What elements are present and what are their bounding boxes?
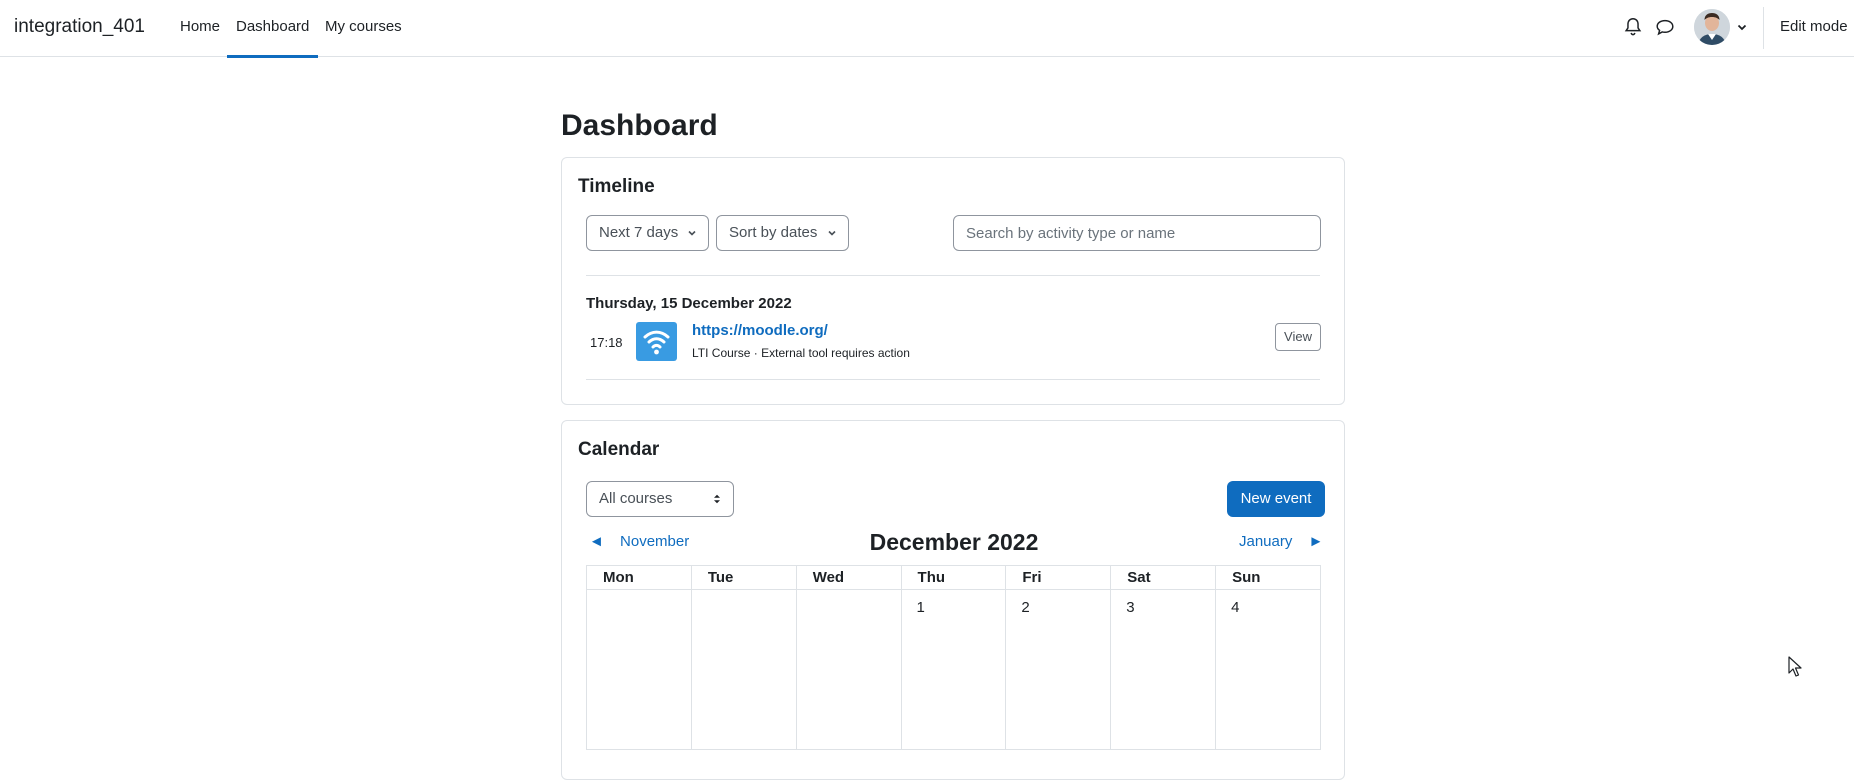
- calendar-day-cell[interactable]: [795, 589, 902, 750]
- timeline-day-filter[interactable]: Next 7 days: [586, 215, 709, 251]
- weekday-header: Thu: [900, 565, 1007, 590]
- course-filter-select[interactable]: All courses: [586, 481, 734, 517]
- calendar-day-cell[interactable]: 2: [1005, 589, 1112, 750]
- user-avatar[interactable]: [1694, 9, 1730, 45]
- nav-dashboard[interactable]: Dashboard: [226, 18, 319, 58]
- bell-icon[interactable]: [1622, 16, 1644, 38]
- timeline-divider-top: [586, 275, 1320, 276]
- calendar-day-cell[interactable]: 1: [900, 589, 1007, 750]
- chevron-down-icon: [688, 230, 696, 236]
- site-name[interactable]: integration_401: [14, 16, 145, 38]
- day-filter-label: Next 7 days: [599, 224, 679, 241]
- weekday-header: Tue: [690, 565, 797, 590]
- navbar-divider: [1763, 7, 1764, 49]
- next-month-link[interactable]: January ►: [1239, 533, 1323, 550]
- chevron-down-icon: [828, 230, 836, 236]
- event-description: LTI Course · External tool requires acti…: [692, 346, 910, 360]
- right-triangle-icon: ►: [1308, 533, 1324, 550]
- sort-filter-label: Sort by dates: [729, 224, 818, 241]
- new-event-button[interactable]: New event: [1227, 481, 1325, 517]
- nav-my-courses[interactable]: My courses: [325, 18, 402, 35]
- calendar-block: Calendar All courses New event ◄ Novembe…: [561, 420, 1345, 780]
- calendar-day-cell[interactable]: 4: [1215, 589, 1321, 750]
- top-navbar: integration_401 Home Dashboard My course…: [0, 0, 1854, 58]
- nav-home[interactable]: Home: [180, 18, 220, 35]
- timeline-divider-bottom: [586, 379, 1320, 380]
- calendar-week-row: 1 2 3 4: [586, 589, 1321, 750]
- weekday-header: Sat: [1110, 565, 1217, 590]
- calendar-day-cell[interactable]: [586, 589, 692, 750]
- calendar-day-cell[interactable]: 3: [1110, 589, 1217, 750]
- page-title: Dashboard: [561, 109, 718, 142]
- timeline-sort-filter[interactable]: Sort by dates: [716, 215, 849, 251]
- weekday-header: Fri: [1005, 565, 1112, 590]
- timeline-search-input[interactable]: [953, 215, 1321, 251]
- weekday-header: Mon: [586, 565, 692, 590]
- wifi-lti-icon: [636, 322, 677, 361]
- view-event-button[interactable]: View: [1275, 323, 1321, 351]
- next-month-label: January: [1239, 533, 1293, 550]
- calendar-day-cell[interactable]: [690, 589, 797, 750]
- event-time: 17:18: [590, 335, 623, 350]
- weekday-header: Wed: [795, 565, 902, 590]
- timeline-block: Timeline Next 7 days Sort by dates Thurs…: [561, 157, 1345, 405]
- course-filter-label: All courses: [599, 490, 673, 507]
- calendar-title: Calendar: [578, 439, 660, 460]
- weekday-header-row: Mon Tue Wed Thu Fri Sat Sun: [586, 565, 1321, 590]
- avatar-portrait-icon: [1694, 9, 1730, 45]
- edit-mode-toggle[interactable]: Edit mode: [1780, 18, 1848, 35]
- chat-bubble-icon[interactable]: [1654, 16, 1676, 38]
- current-month-title: December 2022: [869, 529, 1039, 555]
- timeline-title: Timeline: [578, 176, 655, 197]
- timeline-date-heading: Thursday, 15 December 2022: [586, 295, 792, 312]
- chevron-down-icon[interactable]: [1736, 21, 1748, 33]
- calendar-month-grid: Mon Tue Wed Thu Fri Sat Sun 1 2 3 4: [586, 565, 1321, 750]
- event-link[interactable]: https://moodle.org/: [692, 322, 828, 339]
- mouse-pointer-icon: [1788, 656, 1802, 677]
- sort-updown-icon: [714, 494, 720, 504]
- weekday-header: Sun: [1215, 565, 1321, 590]
